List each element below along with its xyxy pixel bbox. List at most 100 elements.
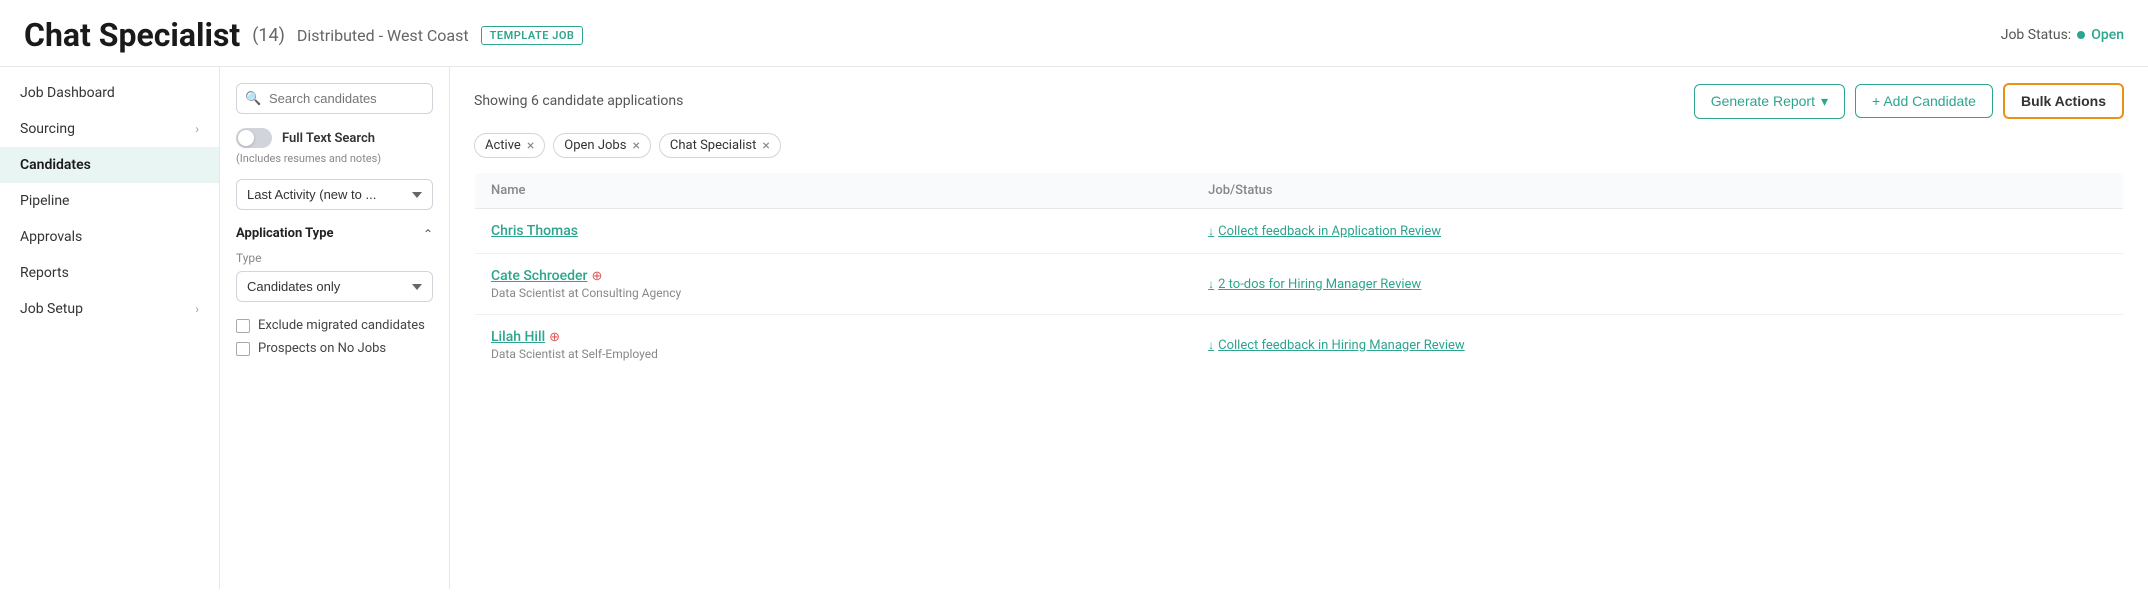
candidate-name-row: Cate Schroeder ⊕ bbox=[491, 268, 1176, 284]
toggle-knob bbox=[238, 130, 254, 146]
arrow-down-icon: ↓ bbox=[1208, 224, 1214, 238]
full-text-search-label: Full Text Search bbox=[282, 131, 375, 146]
filter-tag-open-jobs: Open Jobs × bbox=[553, 133, 651, 158]
content-header: Showing 6 candidate applications Generat… bbox=[474, 83, 2124, 119]
main-layout: Job Dashboard Sourcing› Candidates Pipeline… bbox=[0, 67, 2148, 589]
sidebar-item-arrow-icon: › bbox=[195, 122, 199, 136]
table-header-row: Name Job/Status bbox=[475, 173, 2124, 209]
application-type-chevron[interactable]: ⌃ bbox=[423, 227, 433, 241]
sidebar-item-sourcing[interactable]: Sourcing› bbox=[0, 111, 219, 147]
generate-report-button[interactable]: Generate Report ▾ bbox=[1694, 84, 1845, 119]
full-text-search-sublabel: (Includes resumes and notes) bbox=[236, 152, 433, 165]
prospects-no-jobs-row[interactable]: Prospects on No Jobs bbox=[236, 341, 433, 356]
candidate-name-link[interactable]: Chris Thomas bbox=[491, 223, 578, 239]
candidate-sub: Data Scientist at Self-Employed bbox=[491, 347, 1176, 361]
candidate-count: (14) bbox=[252, 25, 285, 46]
candidate-name-cell: Chris Thomas bbox=[475, 209, 1193, 254]
filter-tag-label: Active bbox=[485, 138, 521, 153]
main-content: Showing 6 candidate applications Generat… bbox=[450, 67, 2148, 589]
sidebar-item-label: Reports bbox=[20, 265, 69, 281]
col-name: Name bbox=[475, 173, 1193, 209]
sidebar-item-candidates[interactable]: Candidates bbox=[0, 147, 219, 183]
filter-tag-chat-specialist: Chat Specialist × bbox=[659, 133, 781, 158]
sidebar-item-pipeline[interactable]: Pipeline bbox=[0, 183, 219, 219]
add-candidate-button[interactable]: + Add Candidate bbox=[1855, 84, 1993, 118]
warning-icon: ⊕ bbox=[591, 269, 602, 284]
table-row: Chris Thomas ↓ Collect feedback in Appli… bbox=[475, 209, 2124, 254]
filter-tag-active: Active × bbox=[474, 133, 545, 158]
bulk-actions-button[interactable]: Bulk Actions bbox=[2003, 83, 2124, 119]
filter-tags: Active × Open Jobs × Chat Specialist × bbox=[474, 133, 2124, 158]
header-left: Chat Specialist (14) Distributed - West … bbox=[24, 16, 583, 54]
page-title: Chat Specialist bbox=[24, 16, 240, 54]
table-row: Cate Schroeder ⊕ Data Scientist at Consu… bbox=[475, 254, 2124, 315]
search-icon: 🔍 bbox=[245, 91, 261, 106]
col-job-status: Job/Status bbox=[1192, 173, 2123, 209]
filter-panel: 🔍 Full Text Search (Includes resumes and… bbox=[220, 67, 450, 589]
job-status-cell: ↓ 2 to-dos for Hiring Manager Review bbox=[1192, 254, 2123, 315]
search-input[interactable] bbox=[236, 83, 433, 114]
sidebar-item-reports[interactable]: Reports bbox=[0, 255, 219, 291]
template-badge: TEMPLATE JOB bbox=[481, 26, 584, 45]
type-label: Type bbox=[236, 251, 433, 265]
add-candidate-label: + Add Candidate bbox=[1872, 93, 1976, 109]
sidebar-item-job-setup[interactable]: Job Setup › bbox=[0, 291, 219, 327]
generate-report-chevron-icon: ▾ bbox=[1821, 93, 1828, 110]
job-status-cell: ↓ Collect feedback in Application Review bbox=[1192, 209, 2123, 254]
candidate-name-row: Chris Thomas bbox=[491, 223, 1176, 239]
sort-select[interactable]: Last Activity (new to ... bbox=[236, 179, 433, 210]
arrow-down-icon: ↓ bbox=[1208, 338, 1214, 352]
filter-tag-label: Chat Specialist bbox=[670, 138, 756, 153]
prospects-no-jobs-checkbox[interactable] bbox=[236, 342, 250, 356]
exclude-migrated-checkbox[interactable] bbox=[236, 319, 250, 333]
arrow-down-icon: ↓ bbox=[1208, 277, 1214, 291]
job-status-label: Job Status: bbox=[2001, 27, 2071, 43]
action-buttons: Generate Report ▾ + Add Candidate Bulk A… bbox=[1694, 83, 2124, 119]
filter-tag-close-active[interactable]: × bbox=[527, 139, 534, 153]
sidebar-item-label: Candidates bbox=[20, 157, 91, 173]
job-status-link[interactable]: ↓ 2 to-dos for Hiring Manager Review bbox=[1208, 277, 2107, 292]
prospects-no-jobs-label: Prospects on No Jobs bbox=[258, 341, 386, 356]
location-text: Distributed - West Coast bbox=[297, 26, 469, 45]
sidebar-item-label: Approvals bbox=[20, 229, 82, 245]
filter-tag-label: Open Jobs bbox=[564, 138, 626, 153]
type-select[interactable]: Candidates only All Prospects only bbox=[236, 271, 433, 302]
filter-tag-close-open-jobs[interactable]: × bbox=[632, 139, 639, 153]
table-row: Lilah Hill ⊕ Data Scientist at Self-Empl… bbox=[475, 315, 2124, 376]
application-type-section-header: Application Type ⌃ bbox=[236, 226, 433, 241]
candidate-name-link[interactable]: Cate Schroeder bbox=[491, 268, 587, 284]
exclude-migrated-row[interactable]: Exclude migrated candidates bbox=[236, 318, 433, 333]
exclude-migrated-label: Exclude migrated candidates bbox=[258, 318, 425, 333]
table-header: Name Job/Status bbox=[475, 173, 2124, 209]
sidebar-item-arrow-icon: › bbox=[195, 302, 199, 316]
full-text-search-toggle[interactable] bbox=[236, 128, 272, 148]
generate-report-label: Generate Report bbox=[1711, 93, 1815, 109]
full-text-search-toggle-row: Full Text Search bbox=[236, 128, 433, 148]
job-status-value: Open bbox=[2091, 27, 2124, 43]
job-status-link[interactable]: ↓ Collect feedback in Application Review bbox=[1208, 224, 2107, 239]
candidates-table: Name Job/Status Chris Thomas ↓ Collect f… bbox=[474, 172, 2124, 376]
candidate-name-link[interactable]: Lilah Hill bbox=[491, 329, 545, 345]
page-header: Chat Specialist (14) Distributed - West … bbox=[0, 0, 2148, 67]
job-status: Job Status: Open bbox=[2001, 27, 2124, 43]
job-status-link[interactable]: ↓ Collect feedback in Hiring Manager Rev… bbox=[1208, 338, 2107, 353]
showing-text: Showing 6 candidate applications bbox=[474, 93, 683, 109]
sidebar-item-label: Job Setup bbox=[20, 301, 83, 317]
warning-icon: ⊕ bbox=[549, 330, 560, 345]
bulk-actions-label: Bulk Actions bbox=[2021, 93, 2106, 109]
job-status-text: 2 to-dos for Hiring Manager Review bbox=[1218, 277, 1421, 292]
candidates-tbody: Chris Thomas ↓ Collect feedback in Appli… bbox=[475, 209, 2124, 376]
candidate-name-cell: Lilah Hill ⊕ Data Scientist at Self-Empl… bbox=[475, 315, 1193, 376]
sidebar-item-label: Job Dashboard bbox=[20, 85, 115, 101]
sidebar-item-label: Pipeline bbox=[20, 193, 70, 209]
sidebar-item-job-dashboard[interactable]: Job Dashboard bbox=[0, 75, 219, 111]
candidate-sub: Data Scientist at Consulting Agency bbox=[491, 286, 1176, 300]
filter-tag-close-chat-specialist[interactable]: × bbox=[762, 139, 769, 153]
application-type-title: Application Type bbox=[236, 226, 334, 241]
sidebar-item-approvals[interactable]: Approvals bbox=[0, 219, 219, 255]
job-status-cell: ↓ Collect feedback in Hiring Manager Rev… bbox=[1192, 315, 2123, 376]
candidate-name-cell: Cate Schroeder ⊕ Data Scientist at Consu… bbox=[475, 254, 1193, 315]
job-status-text: Collect feedback in Application Review bbox=[1218, 224, 1441, 239]
job-status-text: Collect feedback in Hiring Manager Revie… bbox=[1218, 338, 1465, 353]
status-dot bbox=[2077, 31, 2085, 39]
